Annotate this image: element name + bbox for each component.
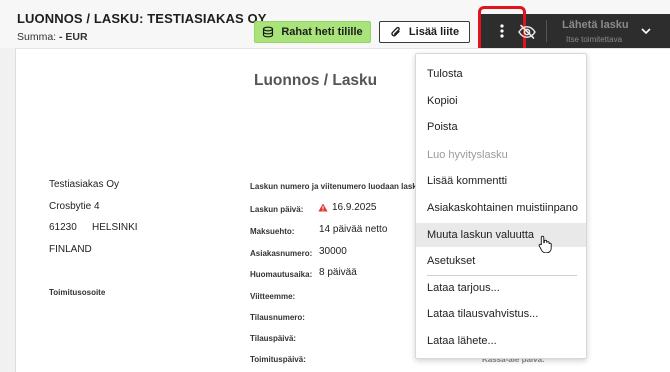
field-label-order-number: Tilausnumero: — [250, 313, 305, 322]
menu-item-customer-note[interactable]: Asiakaskohtainen muistiinpano — [416, 196, 586, 220]
customer-country: FINLAND — [49, 244, 92, 255]
eye-off-icon[interactable] — [517, 22, 537, 42]
sum-line: Summa: - EUR — [17, 31, 88, 43]
chevron-down-icon[interactable] — [640, 26, 652, 36]
field-value-invoice-date: 16.9.2025 — [332, 202, 377, 213]
send-invoice-subtitle: Itse toimitettava — [566, 35, 623, 44]
money-stack-icon — [263, 26, 274, 38]
warning-triangle-icon — [318, 203, 328, 212]
customer-postal-code: 61230 — [49, 222, 77, 233]
delivery-address-label: Toimitusosoite — [49, 288, 106, 297]
menu-item-load-delivery-note[interactable]: Lataa lähete... — [416, 329, 586, 353]
field-value-customer-number: 30000 — [319, 246, 347, 257]
money-now-label: Rahat heti tilille — [281, 26, 363, 38]
paperclip-icon — [391, 26, 400, 36]
kebab-menu-icon — [500, 24, 504, 38]
menu-item-add-comment[interactable]: Lisää kommentti — [416, 169, 586, 193]
field-label-payment-terms: Maksuehto: — [250, 227, 295, 236]
customer-street: Crosbytie 4 — [49, 201, 100, 212]
menu-item-change-currency[interactable]: Muuta laskun valuutta — [416, 223, 586, 247]
more-actions-menu: Tulosta Kopioi Poista Luo hyvityslasku L… — [415, 53, 587, 359]
field-label-remark-period: Huomautusaika: — [250, 270, 313, 279]
menu-item-load-offer[interactable]: Lataa tarjous... — [416, 276, 586, 300]
toolbar-divider — [546, 20, 547, 42]
field-label-our-reference: Viitteemme: — [250, 292, 296, 301]
money-now-button[interactable]: Rahat heti tilille — [254, 21, 371, 43]
sum-value: - EUR — [59, 31, 88, 43]
field-label-invoice-date: Laskun päivä: — [250, 205, 304, 214]
document-title: Luonnos / Lasku — [254, 72, 378, 89]
numbering-note: Laskun numero ja viitenumero luodaan las… — [250, 182, 415, 191]
hand-pointer-icon — [538, 235, 552, 253]
menu-item-load-order-confirmation[interactable]: Lataa tilausvahvistus... — [416, 302, 586, 326]
field-value-remark-period: 8 päivää — [319, 267, 357, 278]
sum-label: Summa: — [17, 31, 57, 43]
customer-city: HELSINKI — [92, 222, 138, 233]
menu-item-print[interactable]: Tulosta — [416, 62, 586, 86]
menu-item-create-credit-note: Luo hyvityslasku — [427, 149, 508, 161]
add-attachment-label: Lisää liite — [408, 26, 460, 38]
customer-name: Testiasiakas Oy — [49, 179, 120, 190]
field-value-payment-terms: 14 päivää netto — [319, 224, 388, 235]
add-attachment-button[interactable]: Lisää liite — [379, 21, 470, 43]
menu-item-settings[interactable]: Asetukset — [416, 249, 586, 273]
field-label-customer-number: Asiakasnumero: — [250, 249, 313, 258]
menu-item-delete[interactable]: Poista — [416, 115, 586, 139]
send-invoice-button[interactable]: Lähetä lasku — [562, 19, 629, 31]
page-title: LUONNOS / LASKU: TESTIASIAKAS OY — [17, 11, 267, 26]
field-label-order-date: Tilauspäivä: — [250, 334, 297, 343]
menu-item-copy[interactable]: Kopioi — [416, 89, 586, 113]
field-label-delivery-date: Toimituspäivä: — [250, 355, 306, 364]
